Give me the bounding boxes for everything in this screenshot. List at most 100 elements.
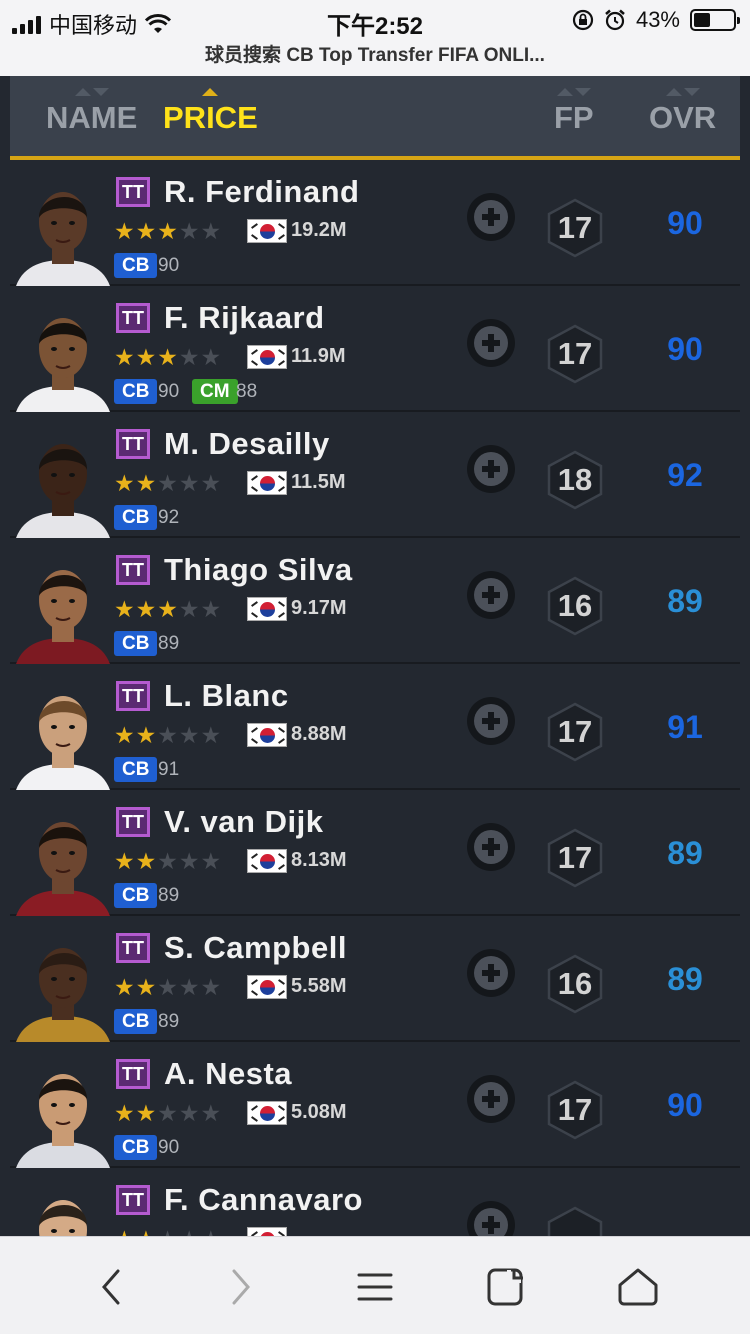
sort-price-button[interactable]: PRICE: [163, 88, 258, 136]
player-price: 5.58M: [291, 975, 347, 997]
battery-icon: [690, 9, 740, 31]
player-name: M. Desailly: [164, 426, 330, 461]
star-icon: ★: [114, 974, 135, 1000]
player-avatar: [16, 168, 110, 286]
player-name: F. Cannavaro: [164, 1182, 363, 1217]
star-icon: ★: [157, 722, 178, 748]
star-icon: ★: [114, 596, 135, 622]
star-rating: ★★★★★: [114, 597, 221, 621]
star-rating: ★★★★★: [114, 849, 221, 873]
player-price: 11.9M: [291, 345, 346, 367]
player-row[interactable]: TT M. Desailly ★ ★ ★ ★ ★ 11.5M CB 92 18 92: [10, 412, 740, 538]
sort-fp-button[interactable]: FP: [554, 88, 594, 136]
star-icon: ★: [178, 848, 200, 874]
position-rating: 89: [158, 1011, 180, 1032]
add-player-button[interactable]: [467, 193, 515, 241]
fp-value: 17: [557, 840, 593, 875]
player-badge: TT: [116, 681, 150, 711]
add-player-button[interactable]: [467, 823, 515, 871]
star-icon: ★: [200, 596, 222, 622]
star-rating: ★★★★★: [114, 345, 221, 369]
star-icon: ★: [135, 596, 157, 622]
player-row[interactable]: TT L. Blanc ★ ★ ★ ★ ★ 8.88M CB 91 17 91: [10, 664, 740, 790]
sort-name-button[interactable]: NAME: [46, 88, 137, 136]
add-player-button[interactable]: [467, 445, 515, 493]
player-badge: TT: [116, 807, 150, 837]
korea-flag-icon: [247, 1101, 287, 1125]
home-icon[interactable]: [616, 1267, 660, 1307]
sort-arrows-icon: [202, 88, 219, 96]
position-badge: CB: [114, 253, 158, 278]
player-badge: TT: [116, 177, 150, 207]
star-icon: ★: [157, 974, 178, 1000]
korea-flag-icon: [247, 219, 287, 243]
star-icon: ★: [157, 1100, 178, 1126]
sort-arrows-icon: [74, 88, 109, 96]
position-rating: 89: [158, 633, 180, 654]
star-rating: ★★★★★: [114, 723, 221, 747]
ovr-value: 91: [667, 709, 703, 745]
star-icon: ★: [178, 974, 200, 1000]
star-icon: ★: [200, 344, 222, 370]
star-icon: ★: [157, 596, 178, 622]
position-badge: CB: [114, 379, 158, 404]
player-badge: TT: [116, 429, 150, 459]
korea-flag-icon: [247, 849, 287, 873]
position-badge: CM: [192, 379, 238, 404]
player-name: V. van Dijk: [164, 804, 324, 839]
ovr-value: 92: [667, 457, 703, 493]
star-icon: ★: [200, 722, 222, 748]
back-icon[interactable]: [96, 1267, 126, 1307]
player-row[interactable]: TT R. Ferdinand ★ ★ ★ ★ ★ 19.2M CB 90 17 90: [10, 160, 740, 286]
tabs-icon[interactable]: [486, 1267, 526, 1307]
player-name: R. Ferdinand: [164, 174, 360, 209]
add-player-button[interactable]: [467, 319, 515, 367]
add-player-button[interactable]: [467, 571, 515, 619]
add-player-button[interactable]: [467, 1075, 515, 1123]
star-icon: ★: [200, 1100, 222, 1126]
add-player-button[interactable]: [467, 949, 515, 997]
fp-value: 17: [557, 1092, 593, 1127]
ovr-value: 90: [667, 1087, 703, 1123]
star-icon: ★: [135, 974, 157, 1000]
position-badge: CB: [114, 1135, 158, 1160]
ovr-value: 90: [667, 331, 703, 367]
star-icon: ★: [114, 344, 135, 370]
sort-arrows-icon: [556, 88, 591, 96]
fp-hexagon: 16: [546, 954, 604, 1014]
position-badge: CB: [114, 631, 158, 656]
position-rating: 90: [158, 255, 180, 276]
player-price: 9.17M: [291, 597, 347, 619]
player-avatar: [16, 420, 110, 538]
player-avatar: [16, 672, 110, 790]
star-rating: ★★★★★: [114, 219, 221, 243]
star-icon: ★: [178, 470, 200, 496]
player-row[interactable]: TT V. van Dijk ★ ★ ★ ★ ★ 8.13M CB 89 17 89: [10, 790, 740, 916]
star-icon: ★: [157, 218, 178, 244]
position-badge: CB: [114, 505, 158, 530]
player-list: TT R. Ferdinand ★ ★ ★ ★ ★ 19.2M CB 90 17 90 TT F. Rij…: [10, 160, 740, 1294]
forward-icon[interactable]: [226, 1267, 256, 1307]
star-icon: ★: [135, 470, 157, 496]
player-badge: TT: [116, 933, 150, 963]
player-price: 11.5M: [291, 471, 346, 493]
position-badge: CB: [114, 1009, 158, 1034]
ovr-value: 89: [667, 961, 703, 997]
app-root: 中国移动 下午2:52 43% 球员搜索 CB Top Transfer FIF…: [0, 0, 750, 1334]
fp-value: 16: [557, 966, 593, 1001]
player-row[interactable]: TT A. Nesta ★ ★ ★ ★ ★ 5.08M CB 90 17 90: [10, 1042, 740, 1168]
star-rating: ★★★★★: [114, 975, 221, 999]
player-row[interactable]: TT Thiago Silva ★ ★ ★ ★ ★ 9.17M CB 89 16 89: [10, 538, 740, 664]
player-badge: TT: [116, 303, 150, 333]
page-title[interactable]: 球员搜索 CB Top Transfer FIFA ONLI...: [0, 40, 750, 67]
sort-ovr-button[interactable]: OVR: [649, 88, 716, 136]
player-name: Thiago Silva: [164, 552, 353, 587]
menu-icon[interactable]: [356, 1267, 394, 1307]
player-price: 8.88M: [291, 723, 347, 745]
fp-hexagon: 17: [546, 828, 604, 888]
add-player-button[interactable]: [467, 697, 515, 745]
player-avatar: [16, 546, 110, 664]
fp-hexagon: 17: [546, 1080, 604, 1140]
player-row[interactable]: TT S. Campbell ★ ★ ★ ★ ★ 5.58M CB 89 16 89: [10, 916, 740, 1042]
player-row[interactable]: TT F. Rijkaard ★ ★ ★ ★ ★ 11.9M CB 90 CM 88 17 90: [10, 286, 740, 412]
